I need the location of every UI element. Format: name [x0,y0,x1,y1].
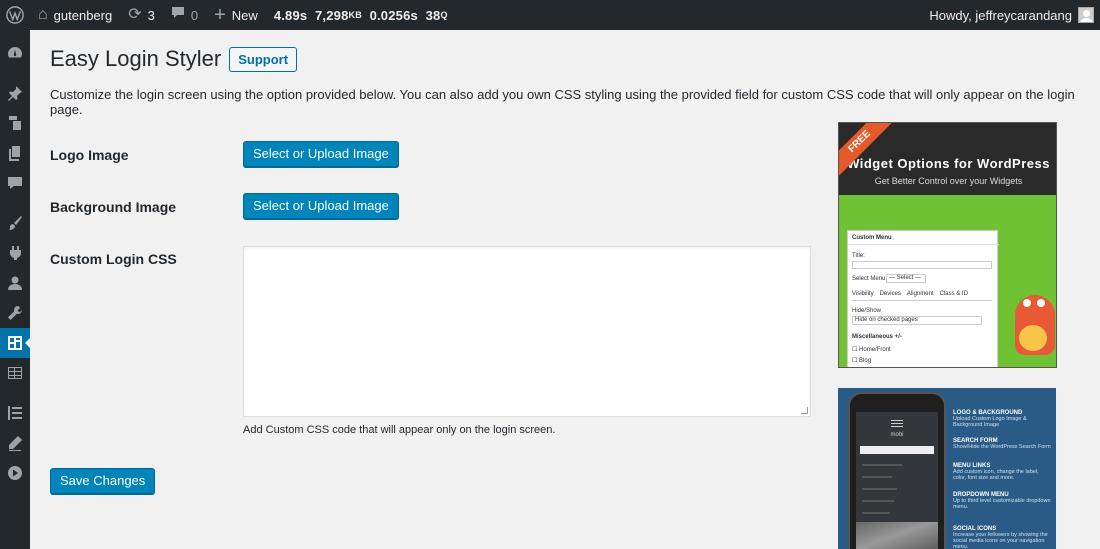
panel-title-field [852,261,992,269]
table-icon[interactable] [0,358,30,388]
home-icon: ⌂ [38,6,48,23]
mascot-eye [1037,299,1045,307]
mobi-ad[interactable]: mobi LOGO & BACKGROUND Upload Custom Log… [838,388,1056,549]
phone-line [862,476,892,478]
wordpress-logo-icon[interactable] [0,0,30,30]
admin-bar: ⌂ gutenberg ⟳ 3 0 + New 4.89s 7,298 KB 0.… [0,0,1100,30]
panel-title-label: Title: [852,253,865,259]
play-icon[interactable] [0,458,30,488]
feature-desc: Upload Custom Logo Image & Background Im… [953,416,1027,428]
custom-css-textarea[interactable] [243,246,811,417]
background-image-label: Background Image [50,199,177,215]
updates-count: 3 [147,7,155,23]
phone-mountain-image [856,522,938,549]
title-row: Easy Login Styler Support [50,46,298,72]
stat-time: 4.89s [273,7,308,23]
ad-title: Widget Options for WordPress [847,156,1050,171]
comments-icon[interactable] [0,168,30,198]
plus-icon: + [214,4,226,26]
plugins-icon[interactable] [0,238,30,268]
panel-hide-select: Hide on checked pages [852,316,982,325]
page-description: Customize the login screen using the opt… [50,87,1075,117]
panel-header: Custom Menu [848,231,999,245]
new-label: New [231,7,258,23]
panel-select: — Select — [886,274,926,283]
media-icon[interactable] [0,108,30,138]
pages-icon[interactable] [0,138,30,168]
panel-item-label: Blog [859,358,872,364]
panel-tab: Class & ID [939,291,968,297]
panel-item: ☐ Blog [852,358,872,364]
custom-css-label: Custom Login CSS [50,251,177,267]
panel-item-label: Home/Front [859,347,891,353]
stat-queries-unit: Q [440,10,448,20]
settings-icon[interactable] [0,328,31,358]
site-name-link[interactable]: ⌂ gutenberg [30,0,120,30]
feature-block: LOGO & BACKGROUND Upload Custom Logo Ima… [953,410,1053,428]
stat-memory: 7,298 [314,7,349,23]
dinosaur-mascot-icon [1007,285,1056,365]
phone-line [862,464,902,466]
feature-block: SOCIAL ICONS Increase your followers by … [953,526,1053,549]
feature-desc: Up to third level customizable dropdown … [953,498,1051,510]
feature-block: SEARCH FORM Show/Hide the WordPress Sear… [953,438,1053,450]
support-button[interactable]: Support [229,46,298,72]
feature-desc: Show/Hide the WordPress Search Form [953,444,1051,450]
panel-select-label: Select Menu: [852,276,888,282]
updates-icon: ⟳ [128,6,142,23]
phone-search-bar [860,446,934,454]
stat-queries: 38 [425,7,441,23]
panel-tab: Visibility [852,291,874,297]
new-content-link[interactable]: + New [206,0,266,30]
feature-desc: Add custom icon, change the label, color… [953,469,1039,481]
mobi-brand: mobi [890,432,904,438]
my-account-link[interactable]: Howdy, jeffreycarandang [921,0,1100,30]
admin-menu [0,30,31,549]
feature-block: DROPDOWN MENU Up to third level customiz… [953,492,1053,510]
mascot-eye [1023,299,1031,307]
dashboard-icon[interactable] [0,38,30,68]
panel-tab: Alignment [906,291,934,297]
stat-query-time: 0.0256s [369,7,418,23]
panel-tabs: Visibility Devices Alignment Class & ID [852,291,992,301]
mascot-belly [1019,325,1047,351]
tools-icon[interactable] [0,298,30,328]
menu-icon [891,420,903,421]
feature-block: MENU LINKS Add custom icon, change the l… [953,463,1053,481]
widget-options-ad[interactable]: FREE Widget Options for WordPress Get Be… [838,122,1057,368]
logo-upload-button[interactable]: Select or Upload Image [243,141,399,167]
save-changes-button[interactable]: Save Changes [50,468,156,494]
site-name: gutenberg [53,7,113,23]
panel-item: ☐ Home/Front [852,347,891,353]
appearance-icon[interactable] [0,208,30,238]
list-icon[interactable] [0,398,30,428]
comments-count: 0 [190,7,199,23]
panel-hide-show: Hide/Show [852,308,882,314]
phone-line [862,500,894,502]
phone-line [862,488,897,490]
logo-image-label: Logo Image [50,147,129,163]
phone-mockup: mobi [848,392,946,549]
pin-icon[interactable] [0,78,30,108]
panel-misc: Miscellaneous +/- [852,334,902,340]
avatar [1078,7,1094,23]
pencil-icon[interactable] [0,428,30,458]
main-content: Easy Login Styler Support Customize the … [50,30,1100,549]
users-icon[interactable] [0,268,30,298]
background-upload-button[interactable]: Select or Upload Image [243,193,399,219]
greeting: Howdy, jeffreycarandang [929,7,1072,23]
comment-icon [171,6,185,24]
updates-link[interactable]: ⟳ 3 [120,0,163,30]
feature-desc: Increase your followers by showing the s… [953,532,1048,549]
custom-css-help: Add Custom CSS code that will appear onl… [243,424,556,436]
comments-link[interactable]: 0 [163,0,206,30]
phone-line [862,512,890,514]
phone-screen: mobi [856,412,938,549]
query-monitor-stats[interactable]: 4.89s 7,298 KB 0.0256s 38 Q [266,0,456,30]
page-title: Easy Login Styler [50,46,222,71]
panel-tab: Devices [879,291,901,297]
widget-panel-preview: Custom Menu Title: Select Menu: — Select… [847,230,999,367]
stat-memory-unit: KB [348,10,362,20]
ad-subtitle: Get Better Control over your Widgets [874,176,1023,186]
